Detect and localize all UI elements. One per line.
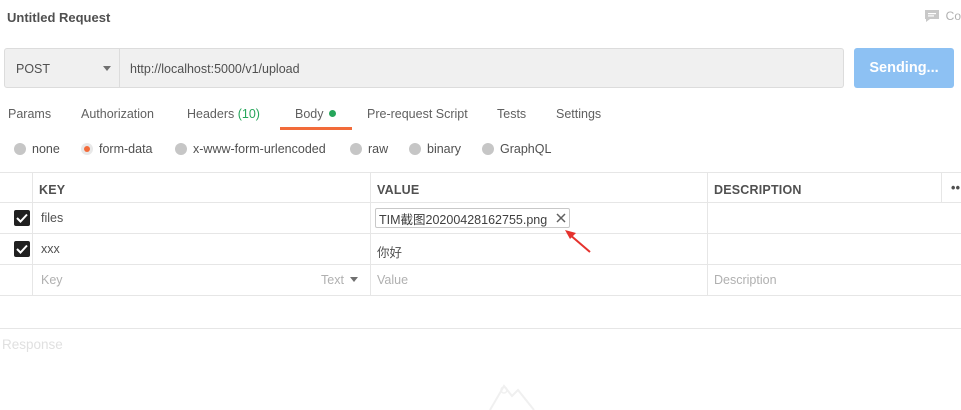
radio-label: GraphQL (500, 142, 552, 156)
table-row: files TIM截图20200428162755.png (0, 203, 961, 234)
comment-icon (924, 9, 940, 23)
checkbox-checked[interactable] (14, 210, 30, 226)
key-header-label: KEY (39, 183, 66, 197)
postman-logo-icon (489, 384, 535, 410)
radio-label: binary (427, 142, 462, 156)
radio-label: form-data (99, 142, 153, 156)
body-indicator-dot (328, 110, 336, 117)
file-chip: TIM截图20200428162755.png (375, 208, 571, 228)
tab-tests[interactable]: Tests (497, 107, 526, 121)
description-placeholder: Description (714, 273, 777, 287)
table-row: xxx 你好 (0, 234, 961, 265)
table-header-row: KEY VALUE DESCRIPTION •• (0, 172, 961, 203)
key-type-select[interactable]: Text (321, 273, 359, 287)
chevron-down-icon (103, 66, 111, 71)
method-select[interactable]: POST (4, 48, 120, 88)
checkbox-column-header (0, 173, 33, 202)
radio-off-icon (175, 143, 187, 155)
description-cell[interactable] (708, 234, 961, 264)
key-cell[interactable]: files (33, 203, 371, 233)
checkbox-cell (0, 203, 33, 233)
url-value: http://localhost:5000/v1/upload (130, 62, 300, 76)
comments-label: Co (945, 9, 961, 23)
title-bar: Untitled Request Co (0, 0, 961, 38)
key-value: xxx (41, 242, 60, 256)
request-title[interactable]: Untitled Request (7, 10, 110, 25)
body-type-options: none form-data x-www-form-urlencoded raw… (0, 142, 961, 162)
tab-authorization[interactable]: Authorization (81, 107, 154, 121)
response-divider (0, 328, 961, 329)
tab-body-label: Body (295, 107, 324, 121)
value-column-header: VALUE (371, 173, 708, 202)
new-value-input[interactable]: Value (371, 265, 708, 295)
checkbox-cell (0, 265, 33, 295)
radio-binary[interactable]: binary (409, 142, 461, 156)
value-header-label: VALUE (377, 183, 420, 197)
table-new-row: Key Text Value Description (0, 265, 961, 296)
value-text: 你好 (377, 246, 403, 260)
key-column-header: KEY (33, 173, 371, 202)
tab-headers[interactable]: Headers (10) (187, 107, 260, 121)
checkbox-checked[interactable] (14, 241, 30, 257)
active-tab-underline (280, 127, 352, 130)
radio-on-icon (81, 143, 93, 155)
request-tabs: Params Authorization Headers (10) Body P… (0, 98, 961, 130)
new-description-input[interactable]: Description (708, 265, 961, 295)
annotation-arrow-icon (565, 230, 591, 253)
tab-settings[interactable]: Settings (556, 107, 601, 121)
radio-off-icon (14, 143, 26, 155)
radio-off-icon (409, 143, 421, 155)
key-value: files (41, 211, 64, 225)
headers-count-badge: (10) (237, 107, 260, 121)
caret-down-icon (350, 277, 359, 282)
tab-headers-label: Headers (187, 107, 235, 121)
response-label: Response (2, 337, 63, 352)
send-button[interactable]: Sending... (854, 48, 954, 88)
radio-label: none (32, 142, 60, 156)
tab-body[interactable]: Body (295, 107, 336, 121)
tab-params[interactable]: Params (8, 107, 51, 121)
radio-label: raw (368, 142, 389, 156)
value-cell[interactable]: TIM截图20200428162755.png (371, 203, 708, 233)
method-value: POST (16, 62, 51, 76)
radio-raw[interactable]: raw (350, 142, 388, 156)
value-cell[interactable]: 你好 (371, 234, 708, 264)
radio-none[interactable]: none (14, 142, 60, 156)
radio-graphql[interactable]: GraphQL (482, 142, 551, 156)
radio-off-icon (350, 143, 362, 155)
more-icon: •• (951, 181, 961, 195)
tab-prerequest-script[interactable]: Pre-request Script (367, 107, 468, 121)
url-row: POST http://localhost:5000/v1/upload Sen… (4, 48, 954, 88)
key-type-label: Text (321, 273, 344, 287)
new-key-input[interactable]: Key Text (33, 265, 371, 295)
url-input[interactable]: http://localhost:5000/v1/upload (120, 48, 844, 88)
description-column-header: DESCRIPTION (708, 173, 942, 202)
checkbox-cell (0, 234, 33, 264)
radio-off-icon (482, 143, 494, 155)
radio-form-data[interactable]: form-data (81, 142, 153, 156)
close-icon[interactable] (555, 212, 567, 224)
value-placeholder: Value (377, 273, 409, 287)
radio-x-www-form-urlencoded[interactable]: x-www-form-urlencoded (175, 142, 326, 156)
description-cell[interactable] (708, 203, 961, 233)
more-options-button[interactable]: •• (942, 173, 961, 202)
key-cell[interactable]: xxx (33, 234, 371, 264)
file-name: TIM截图20200428162755.png (379, 212, 548, 227)
radio-label: x-www-form-urlencoded (193, 142, 326, 156)
key-placeholder: Key (41, 273, 63, 287)
comments-button[interactable]: Co (924, 9, 961, 23)
description-header-label: DESCRIPTION (714, 183, 802, 197)
